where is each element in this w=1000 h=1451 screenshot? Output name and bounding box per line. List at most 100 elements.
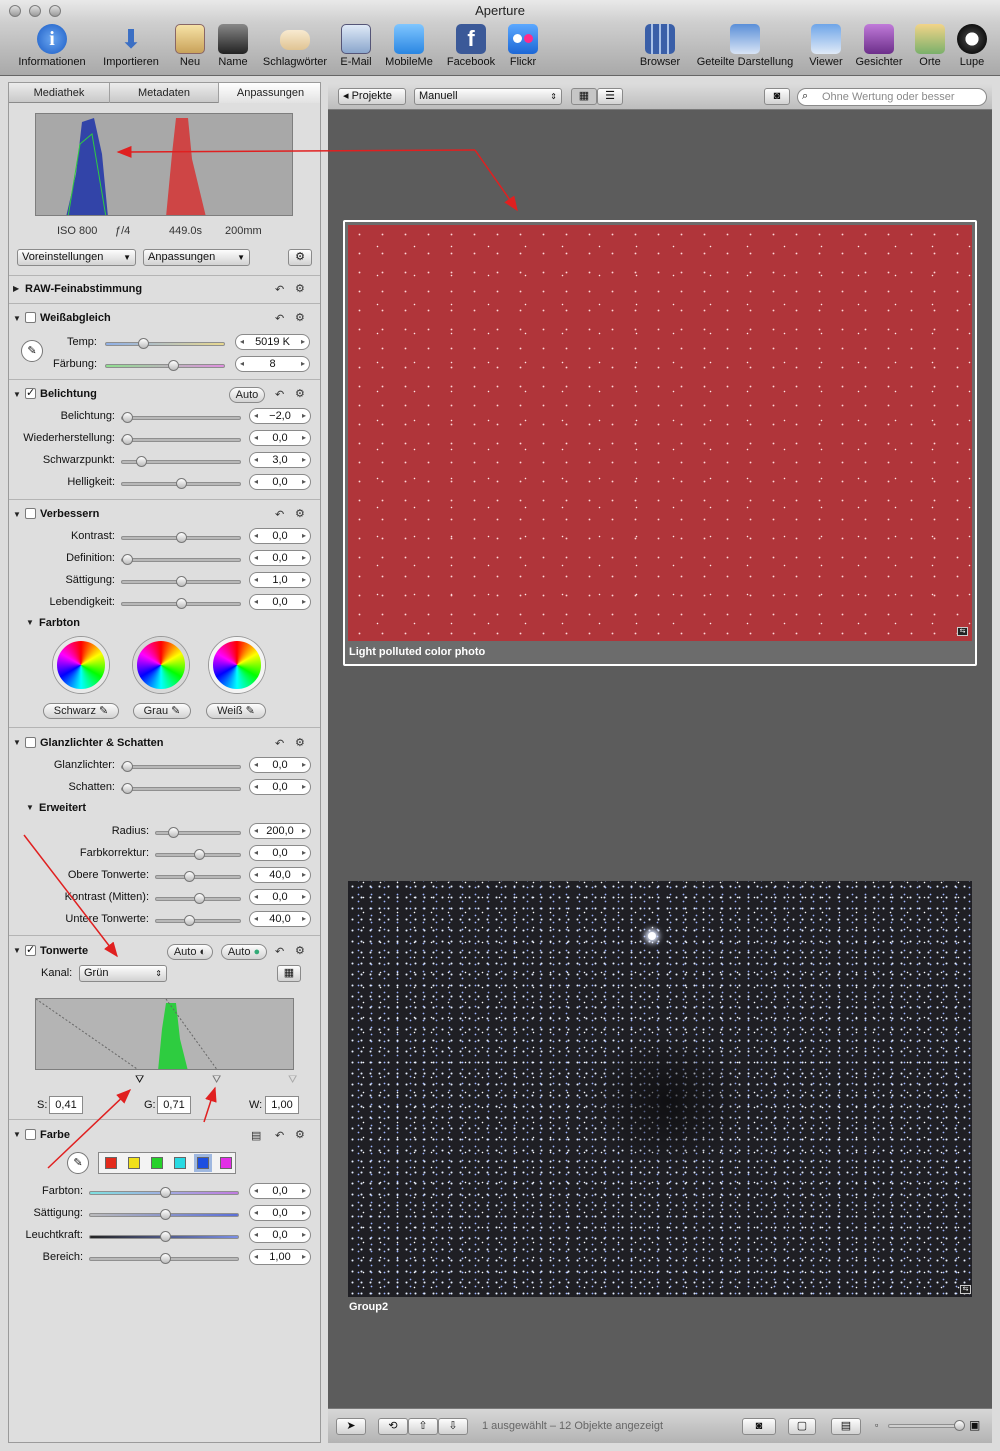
adjustment-slider[interactable]: [121, 783, 241, 794]
toolbar-viewer-button[interactable]: Viewer: [806, 24, 846, 68]
slider-thumb[interactable]: [160, 1187, 171, 1198]
auto-luminance-button[interactable]: Auto ◐: [167, 944, 213, 960]
decrement-arrow-icon[interactable]: ◂: [254, 409, 258, 423]
lift-button[interactable]: ⇧: [408, 1418, 438, 1435]
increment-arrow-icon[interactable]: ▸: [302, 824, 306, 838]
decrement-arrow-icon[interactable]: ◂: [254, 431, 258, 445]
reset-arrow-icon[interactable]: ↶: [275, 508, 284, 521]
decrement-arrow-icon[interactable]: ◂: [254, 551, 258, 565]
toolbar-info-button[interactable]: i Informationen: [10, 24, 94, 68]
gear-icon[interactable]: ⚙: [295, 736, 305, 749]
decrement-arrow-icon[interactable]: ◂: [254, 780, 258, 794]
adjustment-slider[interactable]: [121, 456, 241, 467]
gear-icon[interactable]: ⚙: [295, 387, 305, 400]
value-field[interactable]: ◂ 1,0 ▸: [249, 572, 311, 588]
triangle-right-icon[interactable]: ▶: [13, 284, 19, 293]
decrement-arrow-icon[interactable]: ◂: [254, 1250, 258, 1264]
gray-color-wheel[interactable]: [133, 637, 189, 693]
gear-icon[interactable]: ⚙: [295, 944, 305, 957]
toolbar-browser-button[interactable]: Browser: [636, 24, 684, 68]
value-field[interactable]: ◂ 0,0 ▸: [249, 1205, 311, 1221]
value-field[interactable]: ◂ 40,0 ▸: [249, 911, 311, 927]
increment-arrow-icon[interactable]: ▸: [302, 475, 306, 489]
value-field[interactable]: ◂ 0,0 ▸: [249, 845, 311, 861]
decrement-arrow-icon[interactable]: ◂: [254, 1184, 258, 1198]
adjustment-slider[interactable]: [121, 554, 241, 565]
decrement-arrow-icon[interactable]: ◂: [254, 529, 258, 543]
zoom-window-button[interactable]: [49, 5, 61, 17]
value-field[interactable]: ◂ 40,0 ▸: [249, 867, 311, 883]
auto-rgb-button[interactable]: Auto ●: [221, 944, 267, 960]
adjustment-slider[interactable]: [121, 478, 241, 489]
presets-dropdown[interactable]: Voreinstellungen ▼: [17, 249, 136, 266]
value-field[interactable]: ◂ 0,0 ▸: [249, 889, 311, 905]
value-field[interactable]: ◂ 200,0 ▸: [249, 823, 311, 839]
value-field[interactable]: ◂ 0,0 ▸: [249, 757, 311, 773]
channel-dropdown[interactable]: Grün ⇕: [79, 965, 167, 982]
decrement-arrow-icon[interactable]: ◂: [254, 758, 258, 772]
triangle-down-icon[interactable]: ▼: [13, 946, 21, 955]
decrement-arrow-icon[interactable]: ◂: [254, 824, 258, 838]
enhance-checkbox[interactable]: [25, 508, 36, 519]
white-color-wheel[interactable]: [209, 637, 265, 693]
adjustment-slider[interactable]: [155, 849, 241, 860]
triangle-down-icon[interactable]: ▼: [13, 1130, 21, 1139]
color-swatch[interactable]: [151, 1157, 163, 1169]
temp-field[interactable]: ◂ 5019 K ▸: [235, 334, 310, 350]
triangle-down-icon[interactable]: ▼: [13, 510, 21, 519]
increment-arrow-icon[interactable]: ▸: [302, 431, 306, 445]
increment-arrow-icon[interactable]: ▸: [302, 409, 306, 423]
triangle-down-icon[interactable]: ▼: [26, 618, 34, 627]
increment-arrow-icon[interactable]: ▸: [302, 1250, 306, 1264]
toolbar-import-button[interactable]: ⬇ Importieren: [96, 24, 166, 68]
gear-icon[interactable]: ⚙: [295, 282, 305, 295]
increment-arrow-icon[interactable]: ▸: [302, 551, 306, 565]
adjustment-slider[interactable]: [155, 915, 241, 926]
reset-arrow-icon[interactable]: ↶: [275, 312, 284, 325]
gear-icon[interactable]: ⚙: [295, 507, 305, 520]
slider-thumb[interactable]: [138, 338, 149, 349]
levels-checkbox[interactable]: [25, 943, 36, 956]
slider-thumb[interactable]: [176, 532, 187, 543]
gamma-value-field[interactable]: 0,71: [157, 1096, 191, 1114]
slider-thumb[interactable]: [194, 849, 205, 860]
increment-arrow-icon[interactable]: ▸: [302, 1228, 306, 1242]
adjustment-slider[interactable]: [89, 1231, 239, 1242]
adjustment-slider[interactable]: [89, 1209, 239, 1220]
stamp-button[interactable]: ⇩: [438, 1418, 468, 1435]
reset-arrow-icon[interactable]: ↶: [275, 737, 284, 750]
slider-thumb[interactable]: [136, 456, 147, 467]
increment-arrow-icon[interactable]: ▸: [302, 846, 306, 860]
adjustment-slider[interactable]: [121, 761, 241, 772]
slider-thumb[interactable]: [194, 893, 205, 904]
value-field[interactable]: ◂ 0,0 ▸: [249, 430, 311, 446]
black-eyedropper-button[interactable]: Schwarz ✎: [43, 703, 119, 719]
reset-arrow-icon[interactable]: ↶: [275, 283, 284, 296]
auto-exposure-button[interactable]: Auto: [229, 387, 265, 403]
white-value-field[interactable]: 1,00: [265, 1096, 299, 1114]
slider-thumb[interactable]: [122, 783, 133, 794]
increment-arrow-icon[interactable]: ▸: [302, 573, 306, 587]
increment-arrow-icon[interactable]: ▸: [302, 758, 306, 772]
thumbnail-size-slider[interactable]: [888, 1420, 965, 1431]
increment-arrow-icon[interactable]: ▸: [302, 890, 306, 904]
decrement-arrow-icon[interactable]: ◂: [254, 1206, 258, 1220]
adjustment-slider[interactable]: [121, 598, 241, 609]
value-field[interactable]: ◂ 0,0 ▸: [249, 528, 311, 544]
value-field[interactable]: ◂ 0,0 ▸: [249, 474, 311, 490]
projects-button[interactable]: ◂ Projekte: [338, 88, 406, 105]
minimize-window-button[interactable]: [29, 5, 41, 17]
tab-metadata[interactable]: Metadaten: [110, 83, 219, 103]
value-field[interactable]: ◂ 0,0 ▸: [249, 1183, 311, 1199]
gear-icon[interactable]: ⚙: [295, 311, 305, 324]
slider-thumb[interactable]: [122, 434, 133, 445]
slider-thumb[interactable]: [122, 412, 133, 423]
viewer-mode-button[interactable]: ◙: [742, 1418, 776, 1435]
adjustment-slider[interactable]: [89, 1253, 239, 1264]
tint-field[interactable]: ◂ 8 ▸: [235, 356, 310, 372]
increment-arrow-icon[interactable]: ▸: [302, 453, 306, 467]
color-swatch[interactable]: [220, 1157, 232, 1169]
toolbar-loupe-button[interactable]: Lupe: [952, 24, 992, 68]
tab-library[interactable]: Mediathek: [9, 83, 110, 103]
color-swatch[interactable]: [197, 1157, 209, 1169]
